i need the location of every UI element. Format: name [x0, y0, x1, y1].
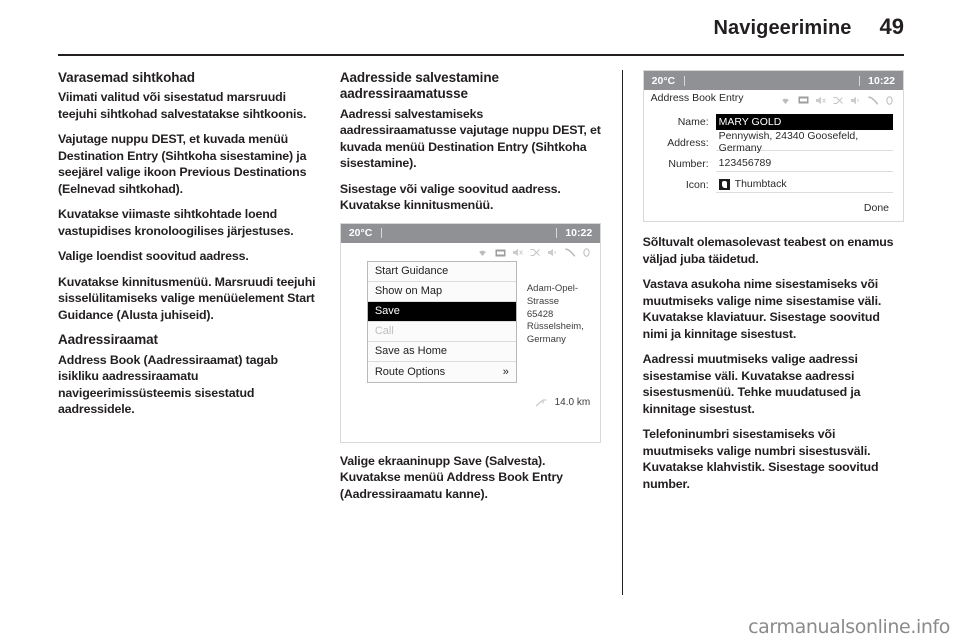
chevron-right-icon: » — [502, 365, 509, 378]
address-book-fields: Name: MARY GOLD Address: Pennywish, 2434… — [644, 108, 903, 197]
manual-page: Navigeerimine 49 Varasemad sihtkohad Vii… — [0, 0, 960, 642]
page-number: 49 — [879, 14, 904, 39]
menu-item-save-as-home[interactable]: Save as Home — [367, 341, 516, 362]
address-line-2: 65428 Rüsselsheim, Germany — [526, 308, 584, 346]
menu-item-label: Show on Map — [374, 285, 443, 298]
header-divider — [58, 54, 904, 56]
menu-item-save[interactable]: Save — [367, 301, 516, 322]
shuffle-icon — [530, 249, 541, 257]
field-label: Name: — [677, 115, 709, 128]
column-divider — [621, 70, 623, 595]
screen-title: Address Book Entry — [650, 92, 744, 104]
screenshot-body: Start Guidance Show on Map Save Call Sav… — [340, 242, 601, 442]
paragraph-c3-p3: Aadressi muutmiseks valige aadressi sise… — [642, 352, 861, 416]
paragraph-c3-p1: Sõltuvalt olemasolevast teabest on enamu… — [642, 235, 894, 266]
section-heading-save-address: Aadresside salvestamine aadressiraamatus… — [339, 70, 499, 102]
zero-icon — [583, 248, 590, 258]
screenshot-bottom-pad — [341, 414, 600, 442]
screenshot-statusbar: 20°C 10:22 — [643, 71, 904, 90]
menu-item-call: Call — [367, 321, 516, 342]
paragraph-c2-p1: Aadressi salvestamiseks aadressiraamatus… — [339, 106, 601, 171]
mute-icon — [513, 249, 524, 257]
statusbar-divider — [381, 228, 383, 239]
column-gap-1 — [319, 70, 339, 595]
column-2: Aadresside salvestamine aadressiraamatus… — [339, 70, 602, 595]
menu-item-route-options[interactable]: Route Options » — [367, 361, 516, 382]
column-3: 20°C 10:22 Address Book Entry Name: MARY… — [642, 70, 905, 595]
phone-icon — [868, 95, 879, 105]
done-button[interactable]: Done — [644, 197, 903, 221]
statusbar-temperature: 20°C — [348, 227, 373, 240]
statusbar-clock: 10:22 — [565, 227, 593, 240]
section-heading-previous-destinations: Varasemad sihtkohad — [58, 70, 195, 85]
caption-c2: Valige ekraaninupp Save (Salvesta). Kuva… — [339, 453, 563, 501]
statusbar-clock: 10:22 — [868, 74, 896, 87]
screenshot-body: Address Book Entry Name: MARY GOLD Addre… — [643, 90, 904, 221]
wifi-icon — [479, 251, 487, 257]
cassette-icon — [495, 249, 506, 257]
shuffle-icon — [833, 96, 843, 104]
field-row-number[interactable]: Number: 123456789 — [650, 153, 894, 174]
icon-field[interactable]: Thumbtack — [715, 177, 894, 193]
screenshot-address-book-entry: 20°C 10:22 Address Book Entry Name: MARY… — [642, 70, 905, 222]
distance-value: 14.0 km — [554, 396, 591, 408]
paragraph-c1-p5: Kuvatakse kinnitusmenüü. Marsruudi teeju… — [58, 274, 316, 322]
paragraph-c1-p3: Kuvatakse viimaste sihtkohtade loend vas… — [58, 207, 294, 238]
paragraph-c1-p4: Valige loendist soovitud aadress. — [58, 249, 249, 264]
paragraph-c1-p6: Address Book (Aadressiraamat) tagab isik… — [58, 352, 278, 417]
screenshot-destination-confirm: 20°C 10:22 Start Guidance Show on Map Sa… — [339, 222, 602, 443]
menu-item-label: Save — [374, 305, 400, 318]
content-columns: Varasemad sihtkohad Viimati valitud või … — [58, 70, 905, 595]
address-field[interactable]: Pennywish, 24340 Goosefeld, Germany — [715, 130, 894, 154]
number-field[interactable]: 123456789 — [715, 156, 894, 172]
menu-item-label: Route Options — [374, 365, 446, 378]
menu-item-show-on-map[interactable]: Show on Map — [367, 281, 516, 302]
mute-icon — [816, 96, 826, 104]
field-row-icon[interactable]: Icon: Thumbtack — [650, 174, 894, 195]
thumbtack-icon — [718, 178, 730, 190]
paragraph-c1-p2: Vajutage nuppu DEST, et kuvada menüü Des… — [58, 132, 307, 196]
column-1: Varasemad sihtkohad Viimati valitud või … — [58, 70, 319, 595]
cassette-icon — [798, 96, 809, 104]
menu-item-label: Start Guidance — [374, 265, 449, 278]
zero-icon — [886, 95, 893, 105]
address-line-1: Adam-Opel-Strasse — [526, 282, 579, 307]
confirm-menu[interactable]: Start Guidance Show on Map Save Call Sav… — [366, 260, 517, 383]
page-header: Navigeerimine 49 — [58, 14, 904, 58]
done-label: Done — [863, 202, 890, 214]
route-arrow-icon — [535, 399, 547, 407]
paragraph-c3-p2: Vastava asukoha nime sisestamiseks või m… — [642, 277, 882, 341]
page-title: Navigeerimine — [713, 17, 852, 39]
field-label: Number: — [668, 157, 709, 170]
icon-field-label: Thumbtack — [734, 178, 787, 190]
menu-item-start-guidance[interactable]: Start Guidance — [367, 261, 516, 282]
column-gap-2 — [601, 70, 621, 595]
statusbar-divider-right — [859, 75, 861, 86]
menu-item-label: Save as Home — [374, 345, 447, 358]
speaker-mute-icon — [851, 96, 859, 104]
field-row-name[interactable]: Name: MARY GOLD — [650, 111, 894, 132]
paragraph-c2-p2: Sisestage või valige soovitud aadress. K… — [339, 181, 561, 213]
distance-row: 14.0 km — [341, 389, 600, 414]
name-field[interactable]: MARY GOLD — [715, 113, 894, 130]
speaker-mute-icon — [548, 249, 556, 257]
paragraph-c3-p4: Telefoninumbri sisestamiseks või muutmis… — [642, 427, 879, 491]
screenshot-status-icons — [341, 243, 600, 261]
screenshot-header-row: Address Book Entry — [644, 90, 903, 108]
phone-icon — [565, 248, 576, 258]
menu-item-label: Call — [374, 325, 394, 338]
destination-address-block: Adam-Opel-Strasse 65428 Rüsselsheim, Ger… — [517, 261, 592, 383]
footer-watermark: carmanualsonline.info — [748, 616, 950, 638]
wifi-icon — [782, 98, 789, 104]
paragraph-c1-p1: Viimati valitud või sisestatud marsruudi… — [58, 90, 307, 121]
screenshot-statusbar: 20°C 10:22 — [340, 223, 601, 243]
field-label: Icon: — [685, 178, 709, 191]
statusbar-temperature: 20°C — [651, 74, 676, 87]
confirm-menu-area: Start Guidance Show on Map Save Call Sav… — [341, 260, 600, 389]
field-row-address[interactable]: Address: Pennywish, 24340 Goosefeld, Ger… — [650, 130, 894, 154]
field-label: Address: — [667, 136, 709, 149]
section-heading-address-book: Aadressiraamat — [58, 332, 158, 348]
statusbar-divider — [684, 75, 686, 86]
statusbar-divider-right — [556, 228, 558, 239]
